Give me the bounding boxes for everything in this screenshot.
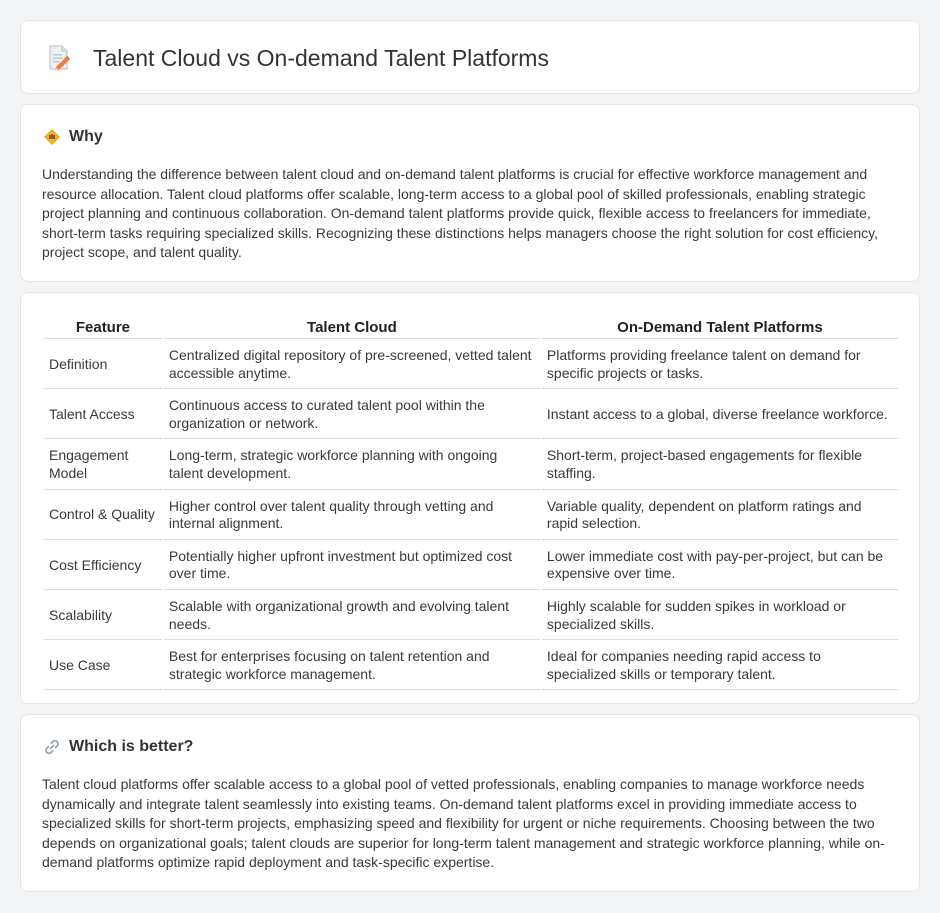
better-heading-row: Which is better?	[43, 736, 193, 758]
on-demand-cell: Instant access to a global, diverse free…	[541, 391, 898, 440]
which-is-better-section: Which is better? Talent cloud platforms …	[20, 714, 920, 892]
better-text: Talent cloud platforms offer scalable ac…	[42, 776, 885, 871]
talent-cloud-cell: Continuous access to curated talent pool…	[163, 391, 540, 440]
why-text: Understanding the difference between tal…	[42, 166, 878, 261]
why-heading-row: Why	[43, 126, 103, 148]
talent-cloud-cell: Long-term, strategic workforce planning …	[163, 441, 540, 490]
on-demand-cell: Platforms providing freelance talent on …	[541, 341, 898, 390]
title-card: Talent Cloud vs On-demand Talent Platfor…	[20, 20, 920, 94]
feature-cell: Talent Access	[44, 391, 162, 440]
table-row: Definition Centralized digital repositor…	[44, 341, 898, 390]
diamond-warning-icon	[44, 129, 60, 145]
why-section: Why Understanding the difference between…	[20, 104, 920, 282]
talent-cloud-cell: Higher control over talent quality throu…	[163, 492, 540, 540]
feature-cell: Scalability	[44, 592, 162, 641]
on-demand-cell: Short-term, project-based engagements fo…	[541, 441, 898, 490]
table-row: Engagement Model Long-term, strategic wo…	[44, 441, 898, 490]
feature-cell: Definition	[44, 341, 162, 390]
comparison-section: Feature Talent Cloud On-Demand Talent Pl…	[20, 292, 920, 704]
talent-cloud-cell: Best for enterprises focusing on talent …	[163, 642, 540, 691]
header-talent-cloud: Talent Cloud	[163, 317, 540, 339]
page-title: Talent Cloud vs On-demand Talent Platfor…	[93, 44, 549, 71]
title-row: Talent Cloud vs On-demand Talent Platfor…	[47, 43, 549, 73]
on-demand-cell: Lower immediate cost with pay-per-projec…	[541, 542, 898, 590]
on-demand-cell: Variable quality, dependent on platform …	[541, 492, 898, 540]
why-heading: Why	[69, 128, 103, 145]
link-icon	[45, 739, 59, 755]
on-demand-cell: Highly scalable for sudden spikes in wor…	[541, 592, 898, 641]
talent-cloud-cell: Potentially higher upfront investment bu…	[163, 542, 540, 590]
feature-cell: Engagement Model	[44, 441, 162, 490]
header-on-demand: On-Demand Talent Platforms	[541, 317, 898, 339]
talent-cloud-cell: Scalable with organizational growth and …	[163, 592, 540, 641]
comparison-table: Feature Talent Cloud On-Demand Talent Pl…	[42, 315, 900, 692]
table-row: Control & Quality Higher control over ta…	[44, 492, 898, 540]
table-row: Talent Access Continuous access to curat…	[44, 391, 898, 440]
table-row: Scalability Scalable with organizational…	[44, 592, 898, 641]
table-row: Use Case Best for enterprises focusing o…	[44, 642, 898, 691]
talent-cloud-cell: Centralized digital repository of pre-sc…	[163, 341, 540, 390]
feature-cell: Control & Quality	[44, 492, 162, 540]
table-header-row: Feature Talent Cloud On-Demand Talent Pl…	[44, 317, 898, 339]
header-feature: Feature	[44, 317, 162, 339]
on-demand-cell: Ideal for companies needing rapid access…	[541, 642, 898, 691]
document-pencil-icon	[49, 45, 70, 71]
better-heading: Which is better?	[69, 738, 194, 755]
feature-cell: Use Case	[44, 642, 162, 691]
table-row: Cost Efficiency Potentially higher upfro…	[44, 542, 898, 590]
feature-cell: Cost Efficiency	[44, 542, 162, 590]
